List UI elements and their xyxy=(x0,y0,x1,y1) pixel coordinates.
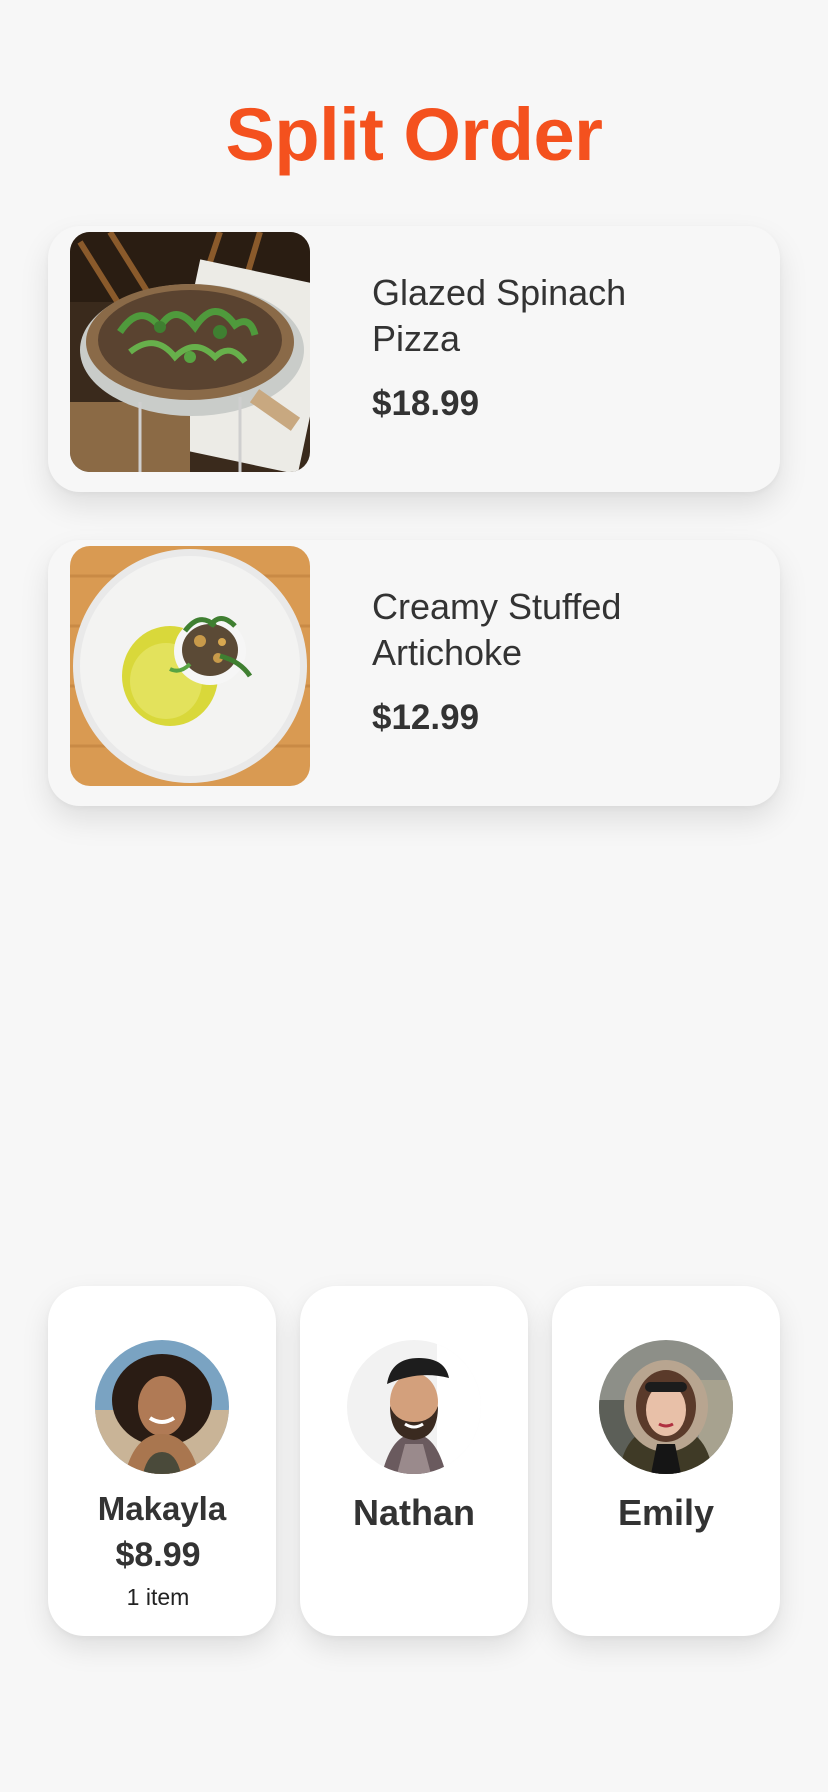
item-price: $12.99 xyxy=(372,698,480,737)
order-item-card[interactable]: Glazed Spinach Pizza $18.99 xyxy=(48,226,780,492)
artichoke-plate-photo xyxy=(70,546,310,786)
person-item-count: 1 item xyxy=(126,1584,190,1610)
emily-avatar-photo xyxy=(599,1340,733,1474)
item-price: $18.99 xyxy=(372,384,480,423)
person-name: Nathan xyxy=(352,1492,475,1533)
item-name: Glazed Spinach Pizza xyxy=(372,272,627,359)
person-card-emily[interactable]: Emily xyxy=(552,1286,780,1636)
person-name: Emily xyxy=(617,1492,715,1533)
person-name: Makayla xyxy=(97,1490,227,1527)
person-amount: $8.99 xyxy=(115,1536,201,1574)
nathan-avatar-photo xyxy=(347,1340,481,1474)
person-card-makayla[interactable]: Makayla $8.99 1 item xyxy=(48,1286,276,1636)
order-item-card[interactable]: Creamy Stuffed Artichoke $12.99 xyxy=(48,540,780,806)
makayla-avatar-photo xyxy=(95,1340,229,1474)
pizza-photo xyxy=(70,232,310,472)
page-title: Split Order xyxy=(225,93,603,176)
item-name: Creamy Stuffed Artichoke xyxy=(372,586,622,673)
person-card-nathan[interactable]: Nathan xyxy=(300,1286,528,1636)
